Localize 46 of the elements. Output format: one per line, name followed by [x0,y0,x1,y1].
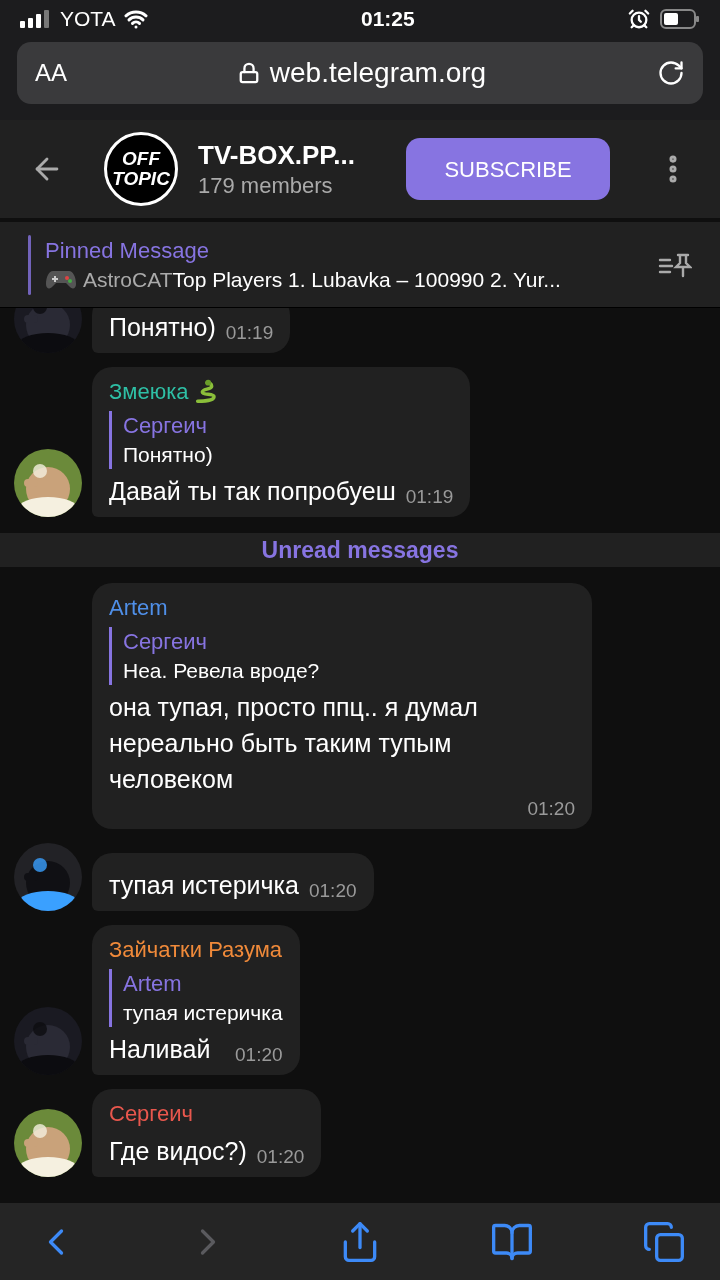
message-text: она тупая, просто ппц.. я думал нереально быть таким тупым человеком [109,692,479,795]
sender-name: Зайчатки Разума [109,936,282,964]
message-time: 01:19 [225,320,274,345]
message-time: 01:20 [235,1043,283,1067]
unread-label: Unread messages [261,535,459,565]
message-time: 01:19 [405,484,454,509]
subscribe-button[interactable]: SUBSCRIBE [406,138,610,200]
tabs-icon [642,1219,686,1264]
alarm-icon [628,8,650,30]
message-text: Понятно) [109,311,216,343]
sender-name: Artem [109,594,168,622]
reply-sender: Сергеич [123,411,208,440]
battery-icon [660,9,700,29]
message-time: 01:20 [256,1145,305,1169]
message-text: Давай ты так попробуеш [109,475,396,507]
address-bar[interactable]: AA web.telegram.org [17,42,703,104]
reply-quote[interactable]: Artem тупая истеричка [109,969,283,1027]
message-time: 01:20 [527,797,575,821]
logo-text: OFF [122,149,160,169]
channel-title: TV-BOX.PP... [198,139,356,172]
text-size-button[interactable]: AA [35,55,67,91]
logo-text: TOPIC [112,169,170,189]
pin-list-icon[interactable] [658,251,692,278]
reload-icon[interactable] [657,59,685,87]
clock-time: 01:25 [360,6,415,33]
sender-name: Сергеич [109,1100,193,1128]
url-text: web.telegram.org [269,56,487,90]
signal-icon [20,10,52,28]
pinned-label: Pinned Message [45,236,210,265]
message-time: 01:20 [309,879,357,903]
message-text: Где видос?) [109,1136,247,1167]
reply-quote[interactable]: Сергеич Неа. Ревела вроде? [109,627,575,685]
reply-text: Неа. Ревела вроде? [123,658,321,684]
reply-sender: Сергеич [123,628,208,656]
member-count: 179 members [198,172,334,200]
sender-name: Змеюка [109,377,189,406]
message-text: тупая истеричка [109,870,299,901]
reply-sender: Artem [123,970,183,998]
reply-quote[interactable]: Сергеич Понятно) [109,410,454,469]
lock-icon [237,62,260,84]
message-text: Наливай [109,1034,212,1065]
reply-text: тупая истеричка [123,1000,283,1026]
reply-text: Понятно) [123,441,214,468]
pinned-bar[interactable]: Pinned Message AstroCATTop Players 1. Lubavka – 100990 2. Yur... [0,222,720,308]
pinned-text: AstroCATTop Players 1. Lubavka – 100990 2. Yur... [83,266,561,293]
carrier-name: YOTA [60,6,116,33]
